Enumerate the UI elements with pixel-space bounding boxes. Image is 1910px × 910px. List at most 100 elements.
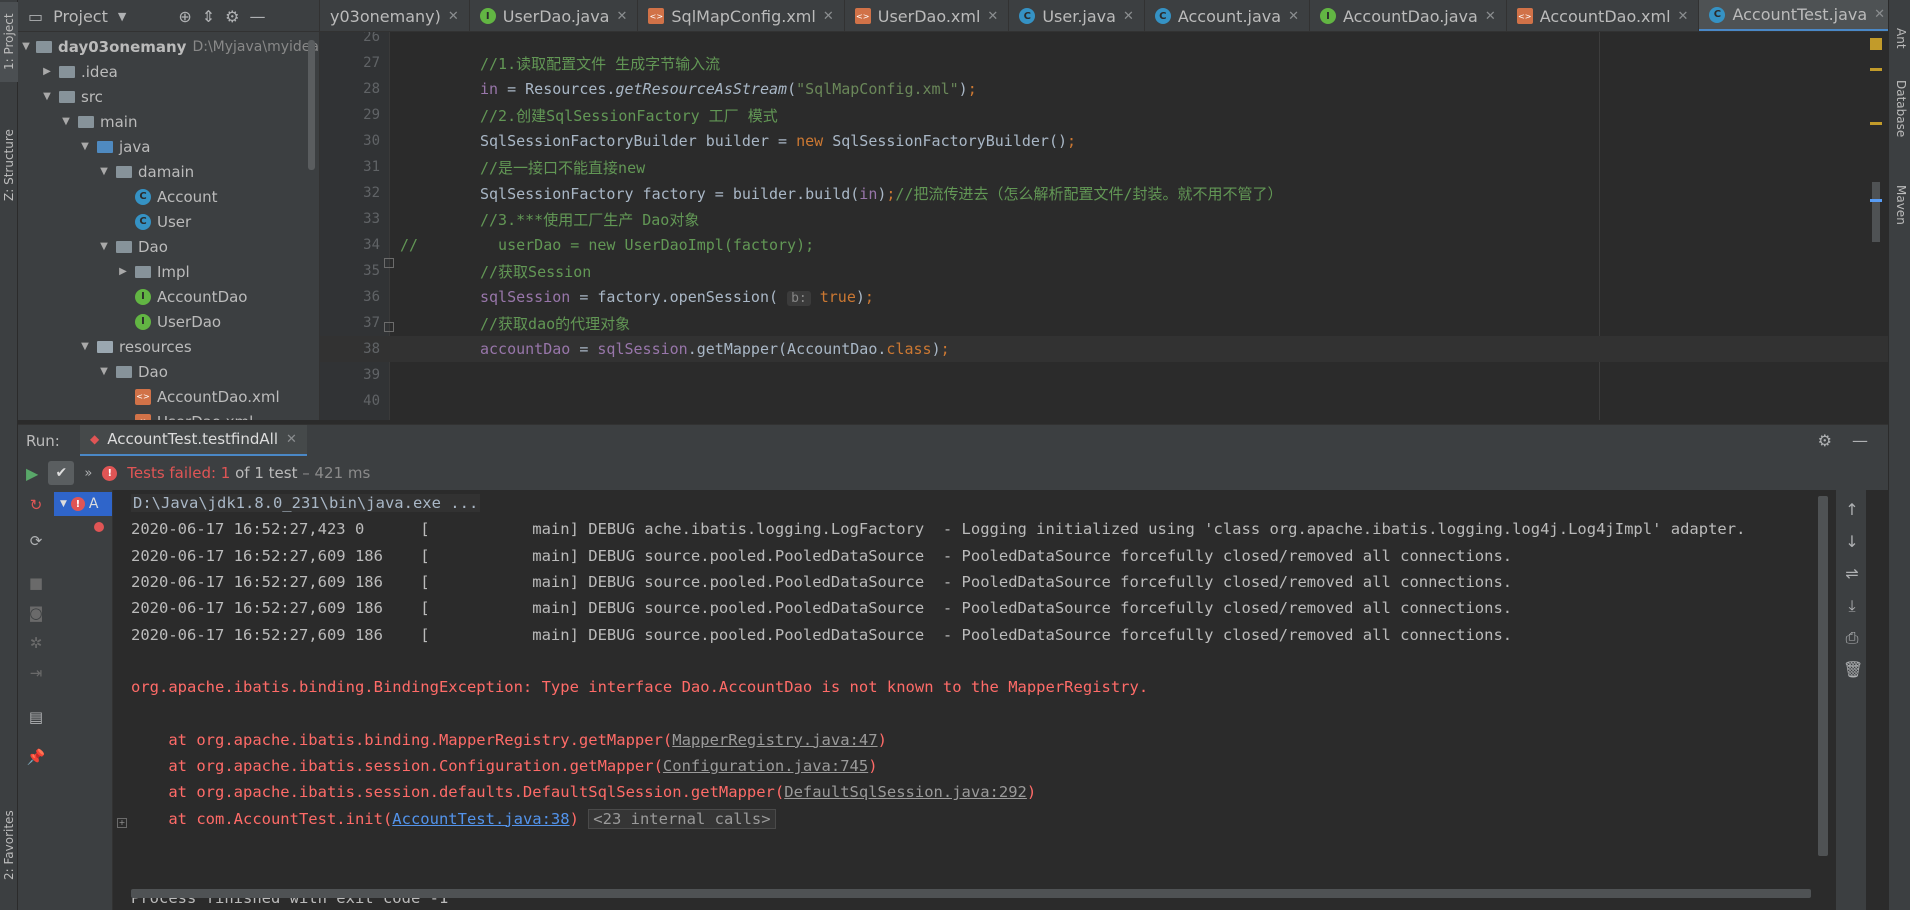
close-icon[interactable]: ✕ xyxy=(1485,9,1496,24)
arrow-up-icon[interactable]: ↑ xyxy=(1843,500,1861,519)
database-tool-tab[interactable]: Database xyxy=(1892,80,1910,160)
layout-icon[interactable]: ▤ xyxy=(26,708,46,728)
camera-icon[interactable]: ◙ xyxy=(26,604,46,624)
chevron-down-icon[interactable]: ▼ xyxy=(79,341,91,352)
code-line[interactable]: 30 SqlSessionFactoryBuilder builder = new… xyxy=(320,128,1888,154)
warning-marker[interactable] xyxy=(1870,68,1882,71)
editor-tab[interactable]: <> AccountDao.xml ✕ xyxy=(1507,0,1700,31)
internal-calls-fold[interactable]: <23 internal calls> xyxy=(588,808,776,829)
close-icon[interactable]: ✕ xyxy=(987,9,998,24)
tree-item[interactable]: I UserDao xyxy=(18,309,319,334)
favorites-tool-tab[interactable]: 2: Favorites xyxy=(0,790,18,900)
fold-icon[interactable] xyxy=(384,258,394,268)
code-line[interactable]: 29 //2.创建SqlSessionFactory 工厂 模式 xyxy=(320,102,1888,128)
ant-tool-tab[interactable]: Ant xyxy=(1892,28,1910,58)
source-link[interactable]: AccountTest.java:38 xyxy=(392,810,569,828)
show-passed-toggle[interactable]: ✔ xyxy=(48,461,75,485)
editor-tab[interactable]: C AccountTest.java ✕ xyxy=(1699,0,1888,31)
chevron-down-icon[interactable]: ▼ xyxy=(60,116,72,127)
hide-icon[interactable]: — xyxy=(1852,431,1868,450)
code-line[interactable]: 33 //3.***使用工厂生产 Dao对象 xyxy=(320,206,1888,232)
chevron-right-icon[interactable]: ▶ xyxy=(41,66,53,77)
chevron-down-icon[interactable]: ▼ xyxy=(79,141,91,152)
test-tree-item[interactable]: ▼ ! A xyxy=(54,492,112,516)
structure-tool-tab[interactable]: Z: Structure xyxy=(0,110,18,220)
tree-item[interactable]: <> AccountDao.xml xyxy=(18,384,319,409)
locate-icon[interactable]: ⊕ xyxy=(178,7,191,26)
editor-scrollbar[interactable] xyxy=(1872,182,1880,242)
console-scrollbar[interactable] xyxy=(1818,496,1828,856)
code-editor[interactable]: 26 27 //1.读取配置文件 生成字节输入流 28 in = Resources.g… xyxy=(320,32,1888,420)
close-icon[interactable]: ✕ xyxy=(1288,9,1299,24)
tree-item[interactable]: <> UserDao.xml xyxy=(18,409,319,420)
source-link[interactable]: Configuration.java:745 xyxy=(663,757,868,775)
tree-item[interactable]: ▼ src xyxy=(18,84,319,109)
project-view-selector[interactable]: Project xyxy=(53,7,108,26)
code-line[interactable]: 38 accountDao = sqlSession.getMapper(Acco… xyxy=(320,336,1888,362)
code-line[interactable]: 39 xyxy=(320,362,1888,388)
tree-item[interactable]: ▶ Impl xyxy=(18,259,319,284)
close-icon[interactable]: ✕ xyxy=(616,9,627,24)
code-line[interactable]: 28 in = Resources.getResourceAsStream("Sq… xyxy=(320,76,1888,102)
tree-item[interactable]: ▼ day03onemany D:\Myjava\myidea xyxy=(18,34,319,59)
tree-item[interactable]: ▼ java xyxy=(18,134,319,159)
warning-marker[interactable] xyxy=(1870,38,1882,50)
arrow-down-icon[interactable]: ↓ xyxy=(1843,532,1861,551)
editor-tab[interactable]: I AccountDao.java ✕ xyxy=(1310,0,1507,31)
close-icon[interactable]: ✕ xyxy=(1874,7,1885,22)
chevron-down-icon[interactable]: ▼ xyxy=(98,366,110,377)
console-output[interactable]: D:\Java\jdk1.8.0_231\bin\java.exe ... 202… xyxy=(112,490,1836,910)
tree-item[interactable]: C User xyxy=(18,209,319,234)
chevron-down-icon[interactable]: ▼ xyxy=(98,241,110,252)
warning-marker[interactable] xyxy=(1870,122,1882,125)
gear-icon[interactable]: ⚙ xyxy=(1818,431,1832,450)
toggle-auto-test-icon[interactable]: ⟳ xyxy=(26,532,46,552)
pin-icon[interactable]: 📌 xyxy=(26,748,46,768)
close-icon[interactable]: ✕ xyxy=(823,9,834,24)
gear-icon[interactable]: ⚙ xyxy=(225,7,239,26)
editor-tab[interactable]: I UserDao.java ✕ xyxy=(470,0,639,31)
rerun-icon[interactable]: ▶ xyxy=(26,464,38,483)
trash-icon[interactable]: 🗑 xyxy=(1843,660,1863,679)
tree-item[interactable]: C Account xyxy=(18,184,319,209)
console-hscrollbar[interactable] xyxy=(131,889,1811,898)
chevron-right-icon[interactable]: ▶ xyxy=(117,266,129,277)
chevron-down-icon[interactable]: ▼ xyxy=(41,91,53,102)
tree-item[interactable]: ▼ Dao xyxy=(18,234,319,259)
maven-tool-tab[interactable]: Maven xyxy=(1892,185,1910,245)
more-icon[interactable]: » xyxy=(84,466,92,481)
tree-item[interactable]: ▶ .idea xyxy=(18,59,319,84)
editor-tab[interactable]: C Account.java ✕ xyxy=(1145,0,1310,31)
fold-icon[interactable] xyxy=(384,322,394,332)
close-icon[interactable]: ✕ xyxy=(448,9,459,24)
collapse-icon[interactable]: ⇕ xyxy=(202,7,215,26)
code-line[interactable]: 32 SqlSessionFactory factory = builder.bu… xyxy=(320,180,1888,206)
tree-scrollbar[interactable] xyxy=(308,40,315,170)
fold-icon[interactable]: + xyxy=(117,818,127,828)
hide-icon[interactable]: — xyxy=(250,7,266,26)
code-line[interactable]: 27 //1.读取配置文件 生成字节输入流 xyxy=(320,50,1888,76)
stop-icon[interactable]: ■ xyxy=(26,574,46,594)
close-icon[interactable]: ✕ xyxy=(286,432,297,447)
source-link[interactable]: DefaultSqlSession.java:292 xyxy=(784,783,1027,801)
chevron-down-icon[interactable]: ▼ xyxy=(98,166,110,177)
rerun-failed-icon[interactable]: ↻ xyxy=(26,496,46,516)
tree-item[interactable]: ▼ main xyxy=(18,109,319,134)
chevron-down-icon[interactable]: ▼ xyxy=(22,41,30,52)
export-icon[interactable]: ⇥ xyxy=(26,664,46,684)
editor-tab[interactable]: C User.java ✕ xyxy=(1009,0,1145,31)
code-line[interactable]: 40 xyxy=(320,388,1888,414)
soft-wrap-icon[interactable]: ⇌ xyxy=(1843,564,1861,583)
code-line[interactable]: 36 sqlSession = factory.openSession( b: t… xyxy=(320,284,1888,310)
code-line[interactable]: 37 //获取dao的代理对象 xyxy=(320,310,1888,336)
code-line[interactable]: 34 // userDao = new UserDaoImpl(factory); xyxy=(320,232,1888,258)
chevron-down-icon[interactable]: ▼ xyxy=(118,10,126,23)
close-icon[interactable]: ✕ xyxy=(1123,9,1134,24)
tree-item[interactable]: ▼ damain xyxy=(18,159,319,184)
tree-item[interactable]: I AccountDao xyxy=(18,284,319,309)
editor-tab[interactable]: <> UserDao.xml ✕ xyxy=(845,0,1010,31)
run-config-tab[interactable]: ◆ AccountTest.testfindAll ✕ xyxy=(80,424,307,457)
editor-tab[interactable]: y03onemany) ✕ xyxy=(320,0,470,31)
code-line[interactable]: 35 //获取Session xyxy=(320,258,1888,284)
editor-marker-bar[interactable] xyxy=(1868,32,1888,420)
